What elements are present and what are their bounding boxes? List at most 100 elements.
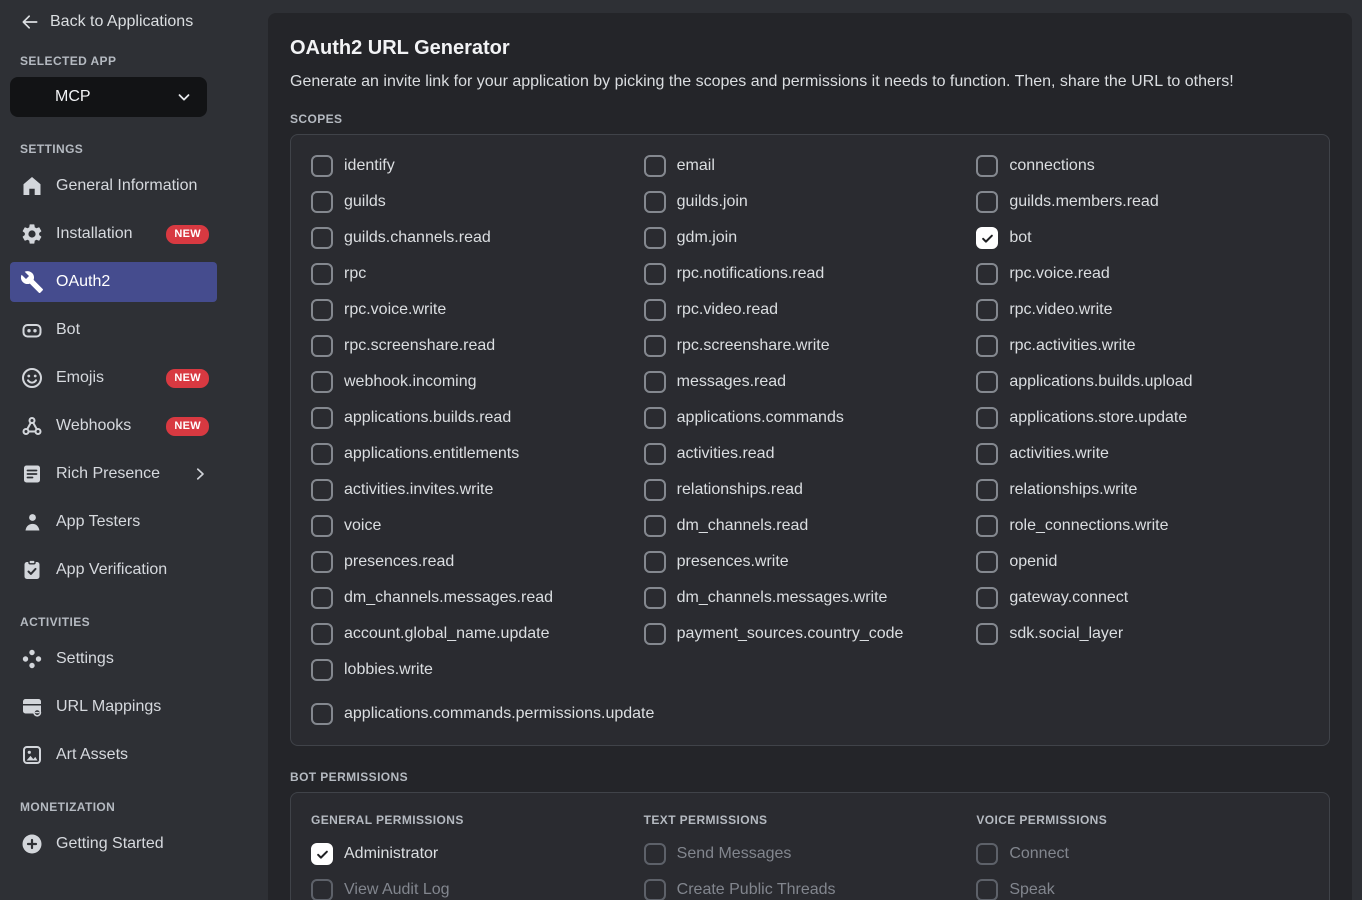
scope-item-connections[interactable]: connections	[976, 155, 1309, 177]
scope-item-gdm-join[interactable]: gdm.join	[644, 227, 977, 249]
scope-item-payment-sources-country-code[interactable]: payment_sources.country_code	[644, 623, 977, 645]
scope-item-rpc-activities-write[interactable]: rpc.activities.write	[976, 335, 1309, 357]
scope-item-guilds-channels-read[interactable]: guilds.channels.read	[311, 227, 644, 249]
sidebar-item-general-information[interactable]: General Information	[10, 166, 217, 206]
sidebar-item-url-mappings[interactable]: URL Mappings	[10, 687, 217, 727]
checkbox-unchecked[interactable]	[644, 623, 666, 645]
scope-item-identify[interactable]: identify	[311, 155, 644, 177]
sidebar-item-emojis[interactable]: EmojisNEW	[10, 358, 217, 398]
checkbox-unchecked[interactable]	[644, 443, 666, 465]
scope-item-rpc-video-write[interactable]: rpc.video.write	[976, 299, 1309, 321]
scope-item-webhook-incoming[interactable]: webhook.incoming	[311, 371, 644, 393]
scope-item-bot[interactable]: bot	[976, 227, 1309, 249]
checkbox-unchecked[interactable]	[644, 879, 666, 900]
checkbox-unchecked[interactable]	[644, 335, 666, 357]
checkbox-unchecked[interactable]	[976, 843, 998, 865]
checkbox-unchecked[interactable]	[976, 551, 998, 573]
checkbox-unchecked[interactable]	[644, 515, 666, 537]
scope-item-applications-store-update[interactable]: applications.store.update	[976, 407, 1309, 429]
permission-item-connect[interactable]: Connect	[976, 843, 1309, 865]
sidebar-item-installation[interactable]: InstallationNEW	[10, 214, 217, 254]
scope-item-account-global-name-update[interactable]: account.global_name.update	[311, 623, 644, 645]
scope-item-relationships-read[interactable]: relationships.read	[644, 479, 977, 501]
sidebar-item-settings[interactable]: Settings	[10, 639, 217, 679]
scope-item-sdk-social-layer[interactable]: sdk.social_layer	[976, 623, 1309, 645]
checkbox-unchecked[interactable]	[311, 879, 333, 900]
scope-item-applications-commands-permissions-update[interactable]: applications.commands.permissions.update	[311, 703, 1309, 725]
scope-item-relationships-write[interactable]: relationships.write	[976, 479, 1309, 501]
scope-item-guilds-join[interactable]: guilds.join	[644, 191, 977, 213]
checkbox-unchecked[interactable]	[976, 879, 998, 900]
checkbox-checked[interactable]	[311, 843, 333, 865]
scope-item-rpc[interactable]: rpc	[311, 263, 644, 285]
permission-item-administrator[interactable]: Administrator	[311, 843, 644, 865]
scope-item-gateway-connect[interactable]: gateway.connect	[976, 587, 1309, 609]
checkbox-unchecked[interactable]	[644, 191, 666, 213]
scope-item-rpc-notifications-read[interactable]: rpc.notifications.read	[644, 263, 977, 285]
selected-app-dropdown[interactable]: MCP	[10, 77, 207, 117]
permission-item-send-messages[interactable]: Send Messages	[644, 843, 977, 865]
checkbox-unchecked[interactable]	[976, 443, 998, 465]
checkbox-unchecked[interactable]	[311, 263, 333, 285]
checkbox-unchecked[interactable]	[311, 515, 333, 537]
checkbox-unchecked[interactable]	[311, 335, 333, 357]
scope-item-rpc-voice-read[interactable]: rpc.voice.read	[976, 263, 1309, 285]
checkbox-unchecked[interactable]	[311, 479, 333, 501]
scope-item-voice[interactable]: voice	[311, 515, 644, 537]
scope-item-presences-read[interactable]: presences.read	[311, 551, 644, 573]
scope-item-messages-read[interactable]: messages.read	[644, 371, 977, 393]
scope-item-guilds-members-read[interactable]: guilds.members.read	[976, 191, 1309, 213]
checkbox-unchecked[interactable]	[976, 263, 998, 285]
checkbox-unchecked[interactable]	[976, 587, 998, 609]
scope-item-openid[interactable]: openid	[976, 551, 1309, 573]
scope-item-rpc-voice-write[interactable]: rpc.voice.write	[311, 299, 644, 321]
scope-item-activities-invites-write[interactable]: activities.invites.write	[311, 479, 644, 501]
checkbox-unchecked[interactable]	[311, 227, 333, 249]
scope-item-rpc-video-read[interactable]: rpc.video.read	[644, 299, 977, 321]
scope-item-applications-builds-upload[interactable]: applications.builds.upload	[976, 371, 1309, 393]
checkbox-checked[interactable]	[976, 227, 998, 249]
checkbox-unchecked[interactable]	[644, 843, 666, 865]
scope-item-dm-channels-messages-write[interactable]: dm_channels.messages.write	[644, 587, 977, 609]
permission-item-speak[interactable]: Speak	[976, 879, 1309, 900]
checkbox-unchecked[interactable]	[311, 623, 333, 645]
scope-item-presences-write[interactable]: presences.write	[644, 551, 977, 573]
checkbox-unchecked[interactable]	[976, 623, 998, 645]
scope-item-guilds[interactable]: guilds	[311, 191, 644, 213]
permission-item-view-audit-log[interactable]: View Audit Log	[311, 879, 644, 900]
sidebar-item-oauth2[interactable]: OAuth2	[10, 262, 217, 302]
back-to-applications-link[interactable]: Back to Applications	[10, 0, 268, 32]
checkbox-unchecked[interactable]	[644, 587, 666, 609]
checkbox-unchecked[interactable]	[644, 155, 666, 177]
sidebar-item-rich-presence[interactable]: Rich Presence	[10, 454, 217, 494]
scope-item-role-connections-write[interactable]: role_connections.write	[976, 515, 1309, 537]
scope-item-dm-channels-read[interactable]: dm_channels.read	[644, 515, 977, 537]
scope-item-rpc-screenshare-write[interactable]: rpc.screenshare.write	[644, 335, 977, 357]
checkbox-unchecked[interactable]	[976, 371, 998, 393]
permission-item-create-public-threads[interactable]: Create Public Threads	[644, 879, 977, 900]
scope-item-applications-entitlements[interactable]: applications.entitlements	[311, 443, 644, 465]
scope-item-activities-write[interactable]: activities.write	[976, 443, 1309, 465]
checkbox-unchecked[interactable]	[311, 191, 333, 213]
sidebar-item-app-testers[interactable]: App Testers	[10, 502, 217, 542]
checkbox-unchecked[interactable]	[644, 227, 666, 249]
checkbox-unchecked[interactable]	[976, 335, 998, 357]
checkbox-unchecked[interactable]	[311, 299, 333, 321]
sidebar-item-art-assets[interactable]: Art Assets	[10, 735, 217, 775]
checkbox-unchecked[interactable]	[311, 703, 333, 725]
checkbox-unchecked[interactable]	[976, 515, 998, 537]
checkbox-unchecked[interactable]	[311, 407, 333, 429]
sidebar-item-app-verification[interactable]: App Verification	[10, 550, 217, 590]
sidebar-item-webhooks[interactable]: WebhooksNEW	[10, 406, 217, 446]
scope-item-applications-commands[interactable]: applications.commands	[644, 407, 977, 429]
sidebar-item-getting-started[interactable]: Getting Started	[10, 824, 217, 864]
scope-item-applications-builds-read[interactable]: applications.builds.read	[311, 407, 644, 429]
checkbox-unchecked[interactable]	[644, 263, 666, 285]
checkbox-unchecked[interactable]	[311, 551, 333, 573]
scope-item-rpc-screenshare-read[interactable]: rpc.screenshare.read	[311, 335, 644, 357]
checkbox-unchecked[interactable]	[976, 479, 998, 501]
checkbox-unchecked[interactable]	[644, 299, 666, 321]
checkbox-unchecked[interactable]	[311, 443, 333, 465]
scope-item-dm-channels-messages-read[interactable]: dm_channels.messages.read	[311, 587, 644, 609]
checkbox-unchecked[interactable]	[311, 155, 333, 177]
